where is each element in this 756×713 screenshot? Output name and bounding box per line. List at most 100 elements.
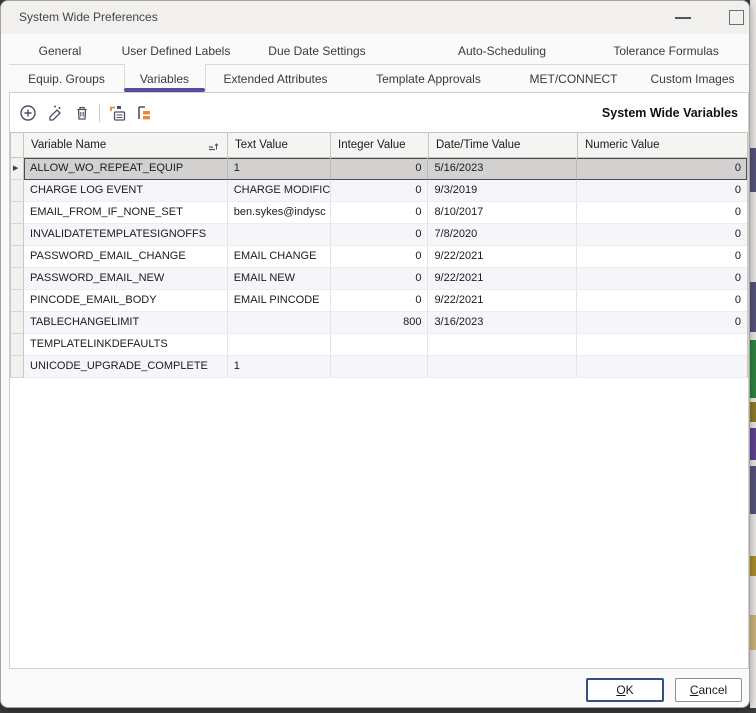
cell-text-value[interactable]: CHARGE MODIFIC <box>228 180 331 202</box>
cell-variable-name[interactable]: EMAIL_FROM_IF_NONE_SET <box>24 202 228 224</box>
cell-numeric-value[interactable]: 0 <box>577 158 747 180</box>
table-row[interactable]: UNICODE_UPGRADE_COMPLETE 1 <box>10 356 748 378</box>
table-row[interactable]: ALLOW_WO_REPEAT_EQUIP 1 0 5/16/2023 0 <box>10 158 748 180</box>
cell-numeric-value[interactable]: 0 <box>577 202 747 224</box>
row-indicator <box>10 290 24 312</box>
table-row[interactable]: PINCODE_EMAIL_BODY EMAIL PINCODE 0 9/22/… <box>10 290 748 312</box>
table-row[interactable]: TABLECHANGELIMIT 800 3/16/2023 0 <box>10 312 748 334</box>
column-header-text-value[interactable]: Text Value <box>228 133 331 157</box>
cancel-button[interactable]: Cancel <box>675 678 742 702</box>
title-bar: System Wide Preferences <box>1 1 749 34</box>
cell-text-value[interactable]: ben.sykes@indysc <box>228 202 331 224</box>
cell-numeric-value[interactable]: 0 <box>577 246 747 268</box>
cell-datetime-value[interactable] <box>428 334 577 356</box>
cell-datetime-value[interactable]: 9/3/2019 <box>428 180 577 202</box>
cell-datetime-value[interactable]: 9/22/2021 <box>428 268 577 290</box>
toolbar-separator <box>99 104 100 122</box>
column-header-variable-name[interactable]: Variable Name <box>24 133 228 157</box>
tab-met-connect[interactable]: MET/CONNECT <box>511 65 636 92</box>
cell-text-value[interactable]: EMAIL PINCODE <box>228 290 331 312</box>
tab-equip-groups[interactable]: Equip. Groups <box>9 65 124 92</box>
cell-variable-name[interactable]: TABLECHANGELIMIT <box>24 312 228 334</box>
row-indicator <box>10 312 24 334</box>
tab-extended-attributes[interactable]: Extended Attributes <box>205 65 346 92</box>
cell-text-value[interactable]: 1 <box>228 356 331 378</box>
cell-variable-name[interactable]: PASSWORD_EMAIL_CHANGE <box>24 246 228 268</box>
cell-integer-value[interactable]: 0 <box>331 158 429 180</box>
paste-button[interactable] <box>104 100 131 126</box>
cell-variable-name[interactable]: PINCODE_EMAIL_BODY <box>24 290 228 312</box>
cell-text-value[interactable] <box>228 312 331 334</box>
cell-numeric-value[interactable]: 0 <box>577 180 747 202</box>
table-row[interactable]: PASSWORD_EMAIL_NEW EMAIL NEW 0 9/22/2021… <box>10 268 748 290</box>
cell-integer-value[interactable]: 0 <box>331 290 429 312</box>
paste-icon <box>108 104 127 123</box>
system-wide-preferences-dialog: System Wide Preferences General User Def… <box>0 0 750 708</box>
cell-integer-value[interactable]: 0 <box>331 246 429 268</box>
row-indicator <box>10 356 24 378</box>
row-indicator <box>10 334 24 356</box>
cell-integer-value[interactable]: 0 <box>331 224 429 246</box>
cell-integer-value[interactable]: 0 <box>331 268 429 290</box>
current-row-indicator-icon <box>10 158 24 180</box>
cell-datetime-value[interactable]: 7/8/2020 <box>428 224 577 246</box>
cell-datetime-value[interactable]: 3/16/2023 <box>428 312 577 334</box>
tab-template-approvals[interactable]: Template Approvals <box>346 65 511 92</box>
selected-row-cells[interactable]: ALLOW_WO_REPEAT_EQUIP 1 0 5/16/2023 0 <box>24 158 748 180</box>
table-row[interactable]: EMAIL_FROM_IF_NONE_SET ben.sykes@indysc … <box>10 202 748 224</box>
cell-numeric-value[interactable] <box>577 356 747 378</box>
cell-text-value[interactable] <box>228 334 331 356</box>
edit-variable-button[interactable] <box>41 100 68 126</box>
cell-datetime-value[interactable]: 9/22/2021 <box>428 290 577 312</box>
ok-button[interactable]: OK <box>586 678 664 702</box>
cell-variable-name[interactable]: ALLOW_WO_REPEAT_EQUIP <box>24 158 228 180</box>
cell-datetime-value[interactable]: 8/10/2017 <box>428 202 577 224</box>
cell-integer-value[interactable]: 800 <box>331 312 429 334</box>
cell-numeric-value[interactable]: 0 <box>577 290 747 312</box>
cell-integer-value[interactable] <box>331 356 429 378</box>
cell-text-value[interactable]: EMAIL CHANGE <box>228 246 331 268</box>
cell-datetime-value[interactable]: 9/22/2021 <box>428 246 577 268</box>
grid-header-row: Variable Name Text Value Integer Value D… <box>10 132 748 158</box>
cell-text-value[interactable] <box>228 224 331 246</box>
table-row[interactable]: INVALIDATETEMPLATESIGNOFFS 0 7/8/2020 0 <box>10 224 748 246</box>
cell-variable-name[interactable]: UNICODE_UPGRADE_COMPLETE <box>24 356 228 378</box>
cell-numeric-value[interactable]: 0 <box>577 224 747 246</box>
cell-datetime-value[interactable]: 5/16/2023 <box>428 158 577 180</box>
table-row[interactable]: CHARGE LOG EVENT CHARGE MODIFIC 0 9/3/20… <box>10 180 748 202</box>
background-app-sliver <box>750 0 756 708</box>
delete-icon <box>73 104 91 122</box>
table-row[interactable]: TEMPLATELINKDEFAULTS <box>10 334 748 356</box>
add-variable-button[interactable] <box>14 100 41 126</box>
window-title: System Wide Preferences <box>19 10 158 24</box>
delete-variable-button[interactable] <box>68 100 95 126</box>
cell-text-value[interactable]: EMAIL NEW <box>228 268 331 290</box>
cell-datetime-value[interactable] <box>428 356 577 378</box>
cell-variable-name[interactable]: TEMPLATELINKDEFAULTS <box>24 334 228 356</box>
column-header-numeric-value[interactable]: Numeric Value <box>578 133 748 157</box>
tab-general[interactable]: General <box>9 37 111 64</box>
tab-custom-images[interactable]: Custom Images <box>636 65 749 92</box>
table-row[interactable]: PASSWORD_EMAIL_CHANGE EMAIL CHANGE 0 9/2… <box>10 246 748 268</box>
cell-text-value[interactable]: 1 <box>228 158 331 180</box>
cell-variable-name[interactable]: INVALIDATETEMPLATESIGNOFFS <box>24 224 228 246</box>
tab-auto-scheduling[interactable]: Auto-Scheduling <box>418 37 586 64</box>
cell-integer-value[interactable] <box>331 334 429 356</box>
header-indicator <box>10 133 24 157</box>
tree-view-button[interactable] <box>131 100 158 126</box>
cell-integer-value[interactable]: 0 <box>331 180 429 202</box>
tab-due-date-settings[interactable]: Due Date Settings <box>235 37 399 64</box>
cell-variable-name[interactable]: PASSWORD_EMAIL_NEW <box>24 268 228 290</box>
cell-variable-name[interactable]: CHARGE LOG EVENT <box>24 180 228 202</box>
maximize-icon[interactable] <box>729 10 744 25</box>
cell-integer-value[interactable]: 0 <box>331 202 429 224</box>
minimize-icon[interactable] <box>675 17 691 19</box>
column-header-integer-value[interactable]: Integer Value <box>331 133 429 157</box>
cell-numeric-value[interactable]: 0 <box>577 312 747 334</box>
tab-user-defined-labels[interactable]: User Defined Labels <box>111 37 241 64</box>
row-indicator <box>10 224 24 246</box>
cell-numeric-value[interactable]: 0 <box>577 268 747 290</box>
column-header-datetime-value[interactable]: Date/Time Value <box>429 133 578 157</box>
tab-tolerance-formulas[interactable]: Tolerance Formulas <box>586 37 746 64</box>
cell-numeric-value[interactable] <box>577 334 747 356</box>
